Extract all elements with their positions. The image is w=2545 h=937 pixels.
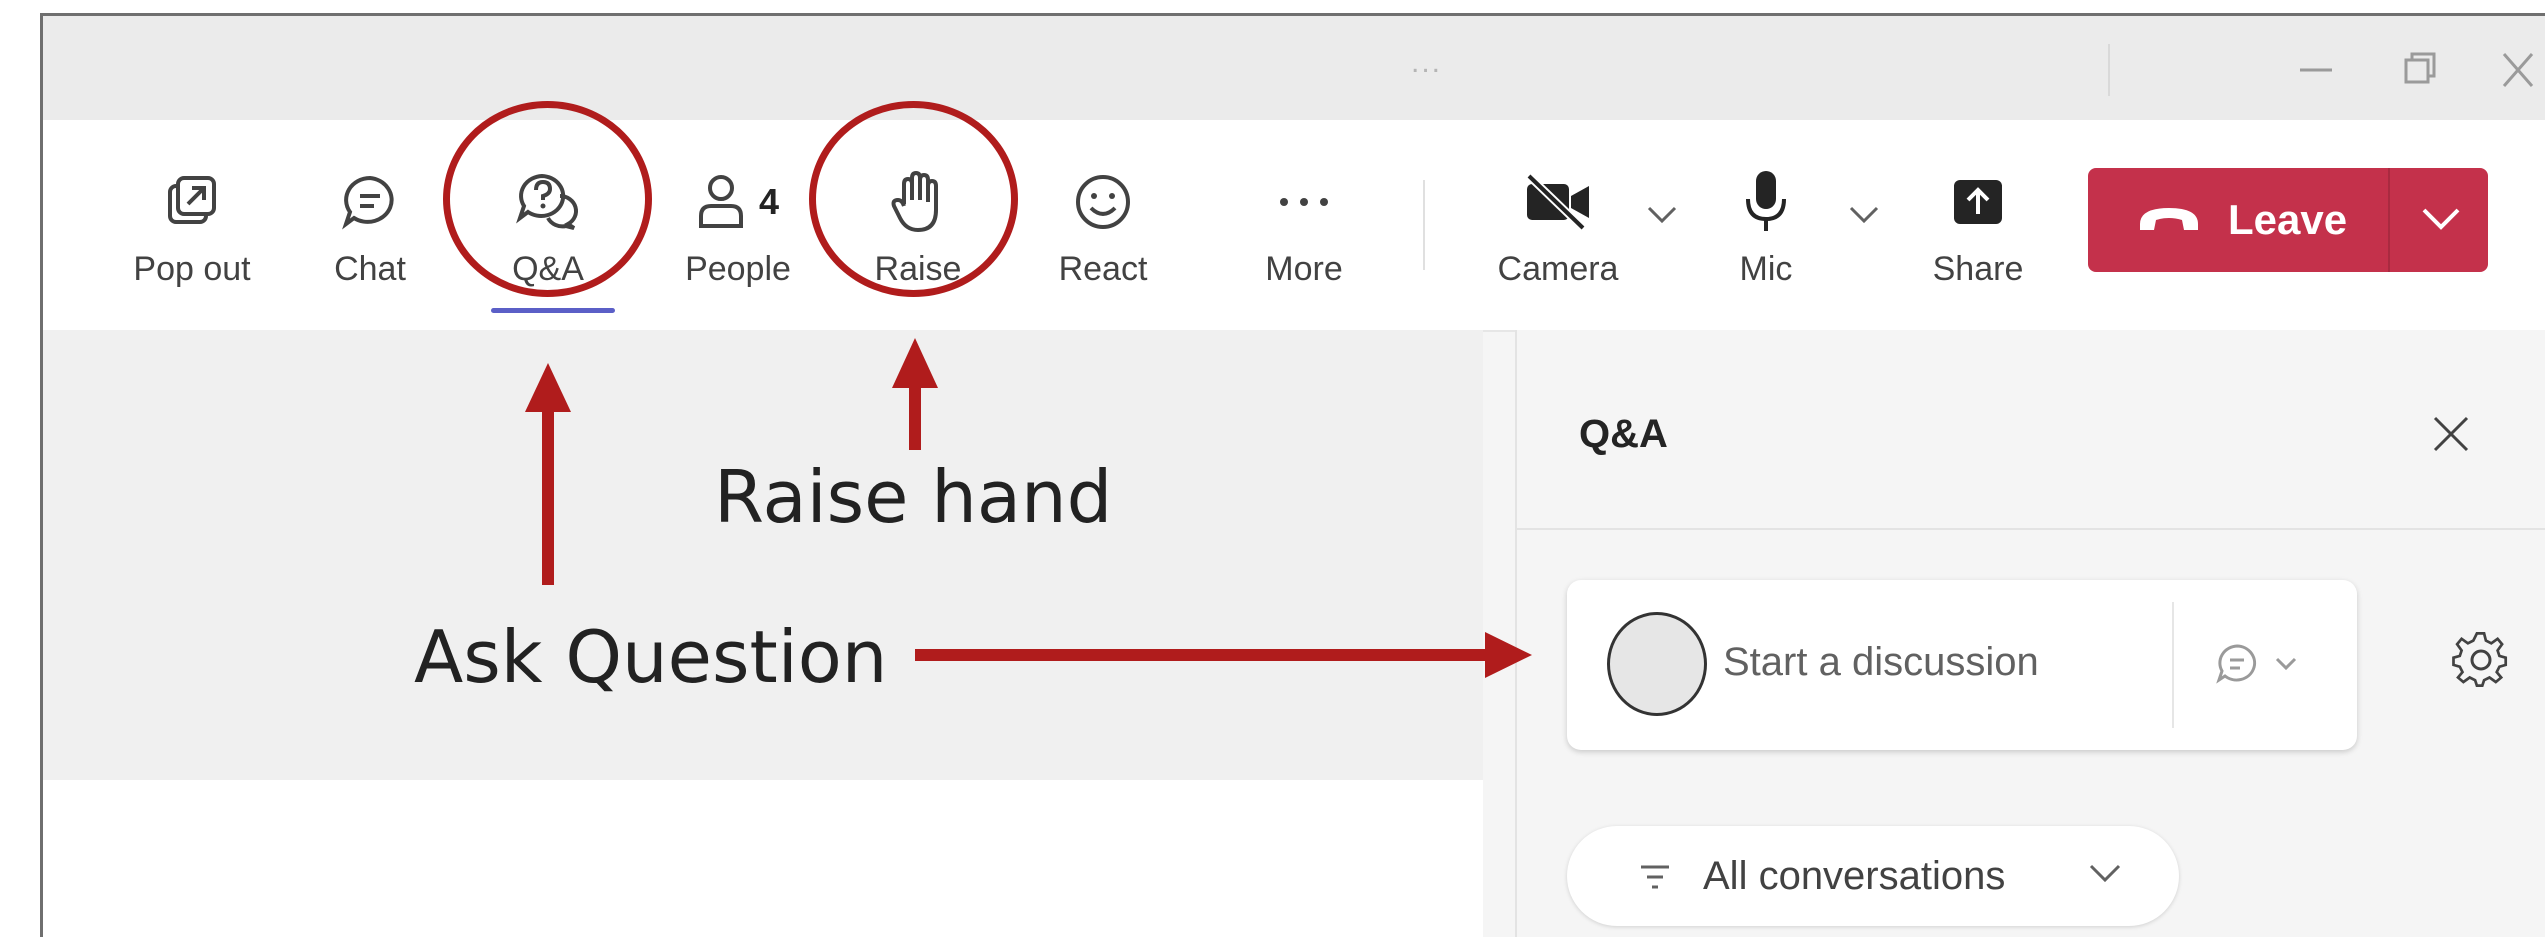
phone-hangup-icon bbox=[2138, 202, 2200, 241]
close-icon bbox=[2433, 416, 2469, 452]
people-icon bbox=[698, 175, 743, 228]
people-button[interactable]: 4 People bbox=[663, 120, 813, 330]
people-count: 4 bbox=[758, 181, 780, 222]
qa-highlight-circle bbox=[443, 101, 652, 297]
meeting-toolbar: Pop out Chat Q&A 4 People Raise React Mo… bbox=[43, 120, 2545, 332]
panel-close-button[interactable] bbox=[2421, 404, 2481, 464]
more-icon bbox=[1229, 170, 1379, 234]
post-type-dropdown[interactable] bbox=[2215, 642, 2299, 686]
pop-out-button[interactable]: Pop out bbox=[117, 120, 267, 330]
mic-icon bbox=[1691, 170, 1841, 234]
pop-out-label: Pop out bbox=[133, 250, 251, 288]
active-tab-indicator bbox=[491, 308, 615, 313]
chat-label: Chat bbox=[334, 250, 406, 288]
meeting-stage bbox=[43, 330, 1483, 780]
raise-hand-annotation: Raise hand bbox=[714, 455, 1113, 539]
camera-label: Camera bbox=[1497, 250, 1619, 288]
pop-out-icon bbox=[117, 170, 267, 234]
mic-label: Mic bbox=[1739, 250, 1793, 288]
meeting-stage-lower bbox=[43, 780, 1483, 937]
minimize-button[interactable] bbox=[2286, 40, 2346, 100]
title-separator bbox=[2108, 44, 2110, 96]
all-conversations-filter[interactable]: All conversations bbox=[1567, 826, 2179, 926]
toolbar-divider bbox=[1423, 180, 1425, 270]
leave-split bbox=[2388, 168, 2390, 272]
chevron-down-icon bbox=[2422, 208, 2460, 230]
camera-button[interactable]: Camera bbox=[1483, 120, 1633, 330]
leave-options-button[interactable] bbox=[2416, 194, 2466, 249]
people-icon-wrap: 4 bbox=[663, 170, 813, 234]
minimize-icon bbox=[2300, 68, 2332, 72]
start-discussion-box[interactable]: Start a discussion bbox=[1567, 580, 2357, 750]
panel-separator bbox=[1517, 528, 2545, 530]
qa-panel: Q&A Start a discussion All conversations bbox=[1515, 330, 2545, 937]
chevron-down-icon bbox=[2275, 657, 2297, 671]
window-close-button[interactable] bbox=[2488, 40, 2545, 100]
chat-button[interactable]: Chat bbox=[295, 120, 445, 330]
gear-icon bbox=[2452, 632, 2508, 687]
close-icon bbox=[2502, 53, 2534, 87]
chat-bubble-icon bbox=[2216, 644, 2257, 684]
discussion-input[interactable]: Start a discussion bbox=[1723, 640, 2039, 685]
mic-button[interactable]: Mic bbox=[1691, 120, 1841, 330]
chevron-down-icon bbox=[1849, 206, 1879, 224]
restore-button[interactable] bbox=[2388, 40, 2448, 100]
panel-title: Q&A bbox=[1579, 412, 1668, 456]
filter-icon bbox=[1637, 862, 1673, 897]
camera-options-button[interactable] bbox=[1645, 200, 1679, 234]
raise-highlight-circle bbox=[809, 101, 1018, 297]
settings-button[interactable] bbox=[2449, 628, 2513, 697]
react-icon bbox=[1028, 170, 1178, 234]
react-label: React bbox=[1058, 250, 1148, 288]
share-icon bbox=[1903, 170, 2053, 234]
chevron-down-icon bbox=[2087, 860, 2123, 891]
camera-off-icon bbox=[1483, 170, 1633, 234]
people-label: People bbox=[685, 250, 791, 288]
restore-icon bbox=[2404, 52, 2436, 84]
title-bar: ... bbox=[43, 16, 2545, 120]
leave-button[interactable]: Leave bbox=[2088, 168, 2488, 272]
title-dots: ... bbox=[1411, 46, 1443, 79]
meeting-window: ... Pop out Chat Q&A 4 People Raise Reac… bbox=[40, 13, 2545, 937]
more-label: More bbox=[1265, 250, 1343, 288]
discussion-split bbox=[2172, 602, 2174, 728]
more-button[interactable]: More bbox=[1229, 120, 1379, 330]
ask-question-annotation: Ask Question bbox=[414, 615, 888, 699]
chevron-down-icon bbox=[1647, 206, 1677, 224]
leave-label: Leave bbox=[2228, 196, 2348, 243]
avatar bbox=[1607, 612, 1707, 716]
filter-label: All conversations bbox=[1703, 854, 2006, 898]
mic-options-button[interactable] bbox=[1847, 200, 1881, 234]
share-label: Share bbox=[1932, 250, 2024, 288]
chat-icon bbox=[295, 170, 445, 234]
react-button[interactable]: React bbox=[1028, 120, 1178, 330]
share-button[interactable]: Share bbox=[1903, 120, 2053, 330]
